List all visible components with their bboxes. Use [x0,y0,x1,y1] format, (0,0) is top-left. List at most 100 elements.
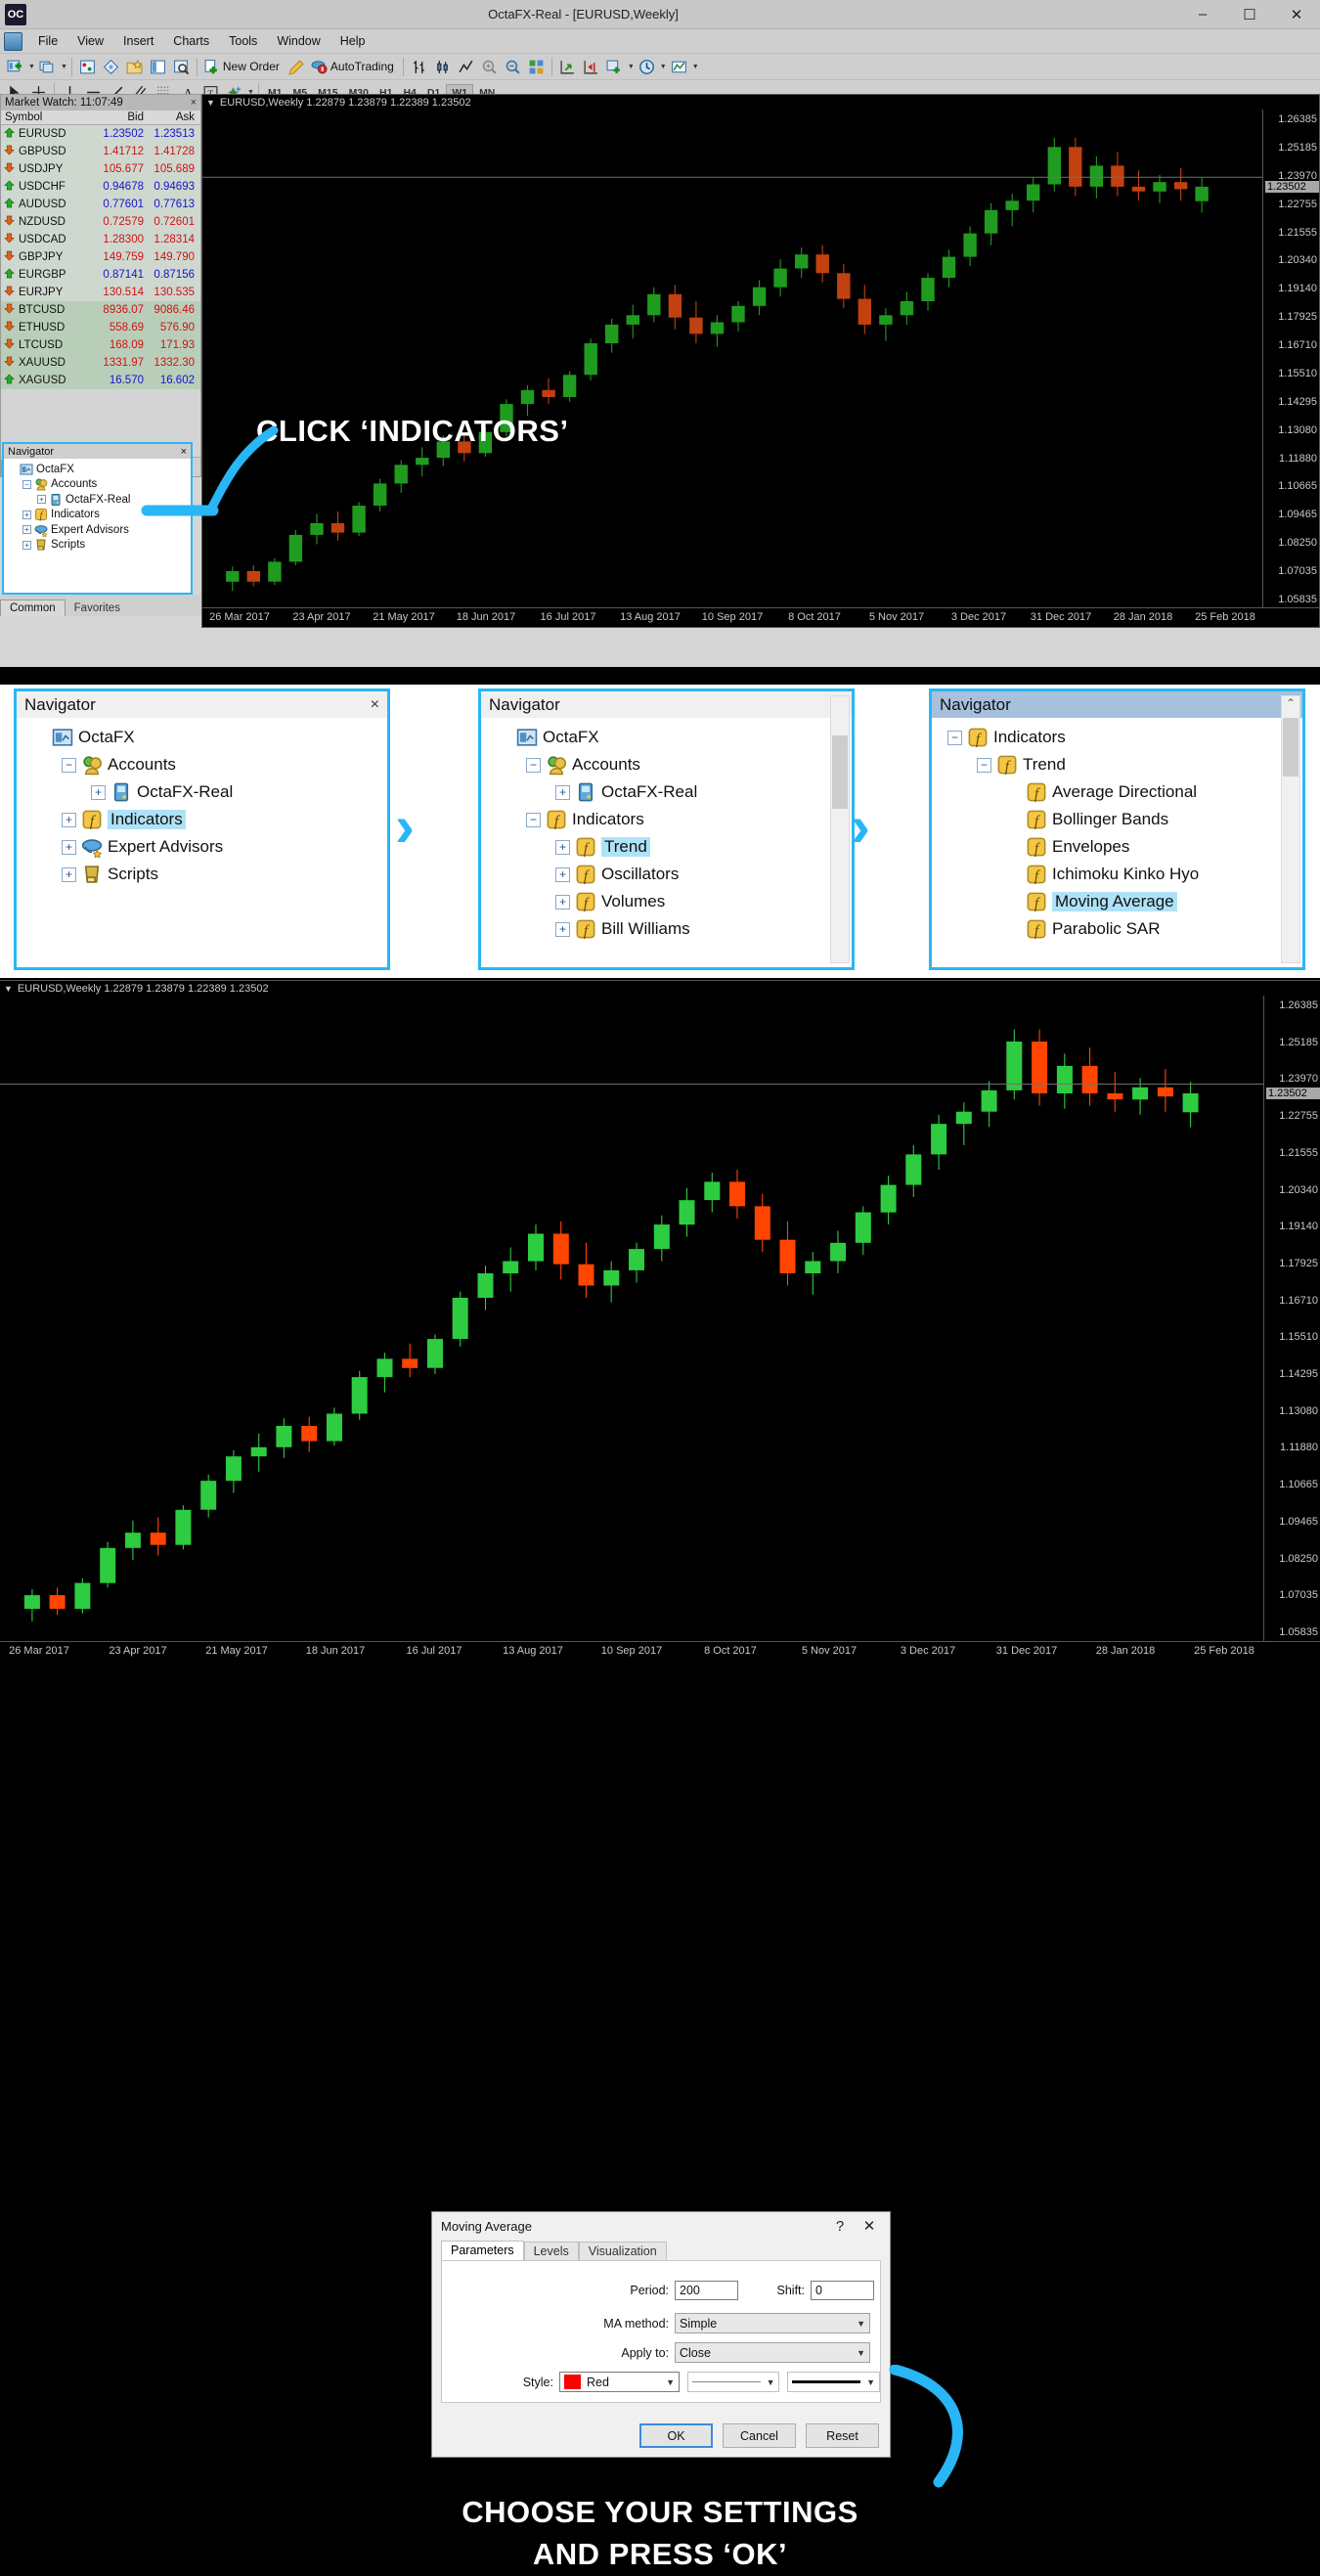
tree-item-expert-advisors[interactable]: + Expert Advisors [26,833,383,861]
indicators-dropdown-arrow[interactable]: ▼ [628,64,635,70]
terminal-icon[interactable] [147,56,169,77]
market-watch-row[interactable]: USDCHF 0.94678 0.94693 [1,178,200,196]
candlestick-chart-icon[interactable] [431,56,454,77]
tree-item-parabolic-sar[interactable]: f Parabolic SAR [942,915,1298,943]
chart-top-canvas[interactable] [202,110,1262,607]
tab-levels[interactable]: Levels [523,2242,579,2260]
menu-item-insert[interactable]: Insert [113,31,163,51]
tree-item-oscillators[interactable]: + f Oscillators [491,861,848,888]
menu-item-help[interactable]: Help [330,31,375,51]
tree-item-octafx[interactable]: OctaFX [6,462,189,477]
tree-item-indicators[interactable]: + f Indicators [26,806,383,833]
zoom-out-icon[interactable] [502,56,524,77]
navigator-step-2-scrollbar[interactable] [830,695,850,963]
chart-bottom-canvas[interactable] [0,996,1263,1641]
market-watch-row[interactable]: EURJPY 130.514 130.535 [1,284,200,301]
market-watch-icon[interactable] [76,56,99,77]
strategy-tester-icon[interactable] [170,56,193,77]
tree-item-octafx-real[interactable]: + OctaFX-Real [6,492,189,508]
market-watch-row[interactable]: USDCAD 1.28300 1.28314 [1,231,200,248]
templates-icon[interactable] [668,56,690,77]
style-color-select[interactable]: Red ▼ [558,2372,680,2392]
expand-icon[interactable]: + [555,784,570,800]
market-watch-row[interactable]: LTCUSD 168.09 171.93 [1,336,200,354]
tree-item-moving-average[interactable]: f Moving Average [942,888,1298,915]
metaeditor-icon[interactable] [286,56,308,77]
expand-icon[interactable]: + [555,921,570,937]
market-watch-row[interactable]: BTCUSD 8936.07 9086.46 [1,301,200,319]
expand-icon[interactable]: + [22,540,31,550]
tab-parameters[interactable]: Parameters [441,2241,524,2260]
tile-windows-icon[interactable] [525,56,548,77]
period-input[interactable]: 200 [675,2281,738,2300]
scroll-up-icon[interactable]: ⌃ [1282,696,1299,714]
market-watch-row[interactable]: USDJPY 105.677 105.689 [1,160,200,178]
expand-icon[interactable]: + [91,784,106,800]
scrollbar-thumb[interactable] [1283,718,1298,777]
market-watch-row[interactable]: XAGUSD 16.570 16.602 [1,372,200,389]
chart-dropdown-arrow[interactable]: ▼ [28,64,35,70]
expand-icon[interactable]: + [62,812,76,827]
expand-icon[interactable]: + [62,866,76,882]
navigator-step-1-close-icon[interactable]: × [371,696,379,714]
ok-button[interactable]: OK [639,2423,713,2448]
tree-item-accounts[interactable]: − Accounts [26,751,383,778]
tree-item-octafx[interactable]: OctaFX [26,724,383,751]
apply-to-select[interactable]: Close ▼ [675,2342,870,2363]
tree-item-indicators[interactable]: − f Indicators [942,724,1298,751]
profiles-dropdown-arrow[interactable]: ▼ [61,64,67,70]
navigator-step-3-scrollbar[interactable]: ⌃ [1281,695,1300,963]
market-watch-row[interactable]: GBPUSD 1.41712 1.41728 [1,143,200,160]
line-style-select[interactable]: ▼ [686,2372,780,2392]
ma-method-select[interactable]: Simple ▼ [675,2313,870,2333]
chart-bottom-price-scale[interactable]: 1.26385 1.25185 1.23970 1.22755 1.21555 1.203… [1263,996,1320,1641]
tree-item-trend[interactable]: − f Trend [942,751,1298,778]
period-dropdown-arrow[interactable]: ▼ [660,64,667,70]
zoom-in-icon[interactable] [478,56,501,77]
tree-item-envelopes[interactable]: f Envelopes [942,833,1298,861]
reset-button[interactable]: Reset [806,2423,879,2448]
navigator-icon[interactable] [123,56,146,77]
minimize-button[interactable]: – [1179,0,1226,28]
tab-visualization[interactable]: Visualization [578,2242,667,2260]
expand-icon[interactable]: + [555,866,570,882]
period-icon[interactable] [636,56,658,77]
market-watch-row[interactable]: EURUSD 1.23502 1.23513 [1,125,200,143]
navigator-close-icon[interactable]: × [181,446,187,458]
tree-item-bollinger-bands[interactable]: f Bollinger Bands [942,806,1298,833]
close-button[interactable]: ✕ [1273,0,1320,28]
collapse-icon[interactable]: − [62,757,76,773]
market-watch-row[interactable]: ETHUSD 558.69 576.90 [1,319,200,336]
cancel-button[interactable]: Cancel [723,2423,796,2448]
collapse-icon[interactable]: − [947,730,962,745]
expand-icon[interactable]: + [62,839,76,855]
collapse-icon[interactable]: − [526,812,541,827]
menu-item-file[interactable]: File [28,31,67,51]
data-window-icon[interactable] [100,56,122,77]
scrollbar-thumb[interactable] [832,735,848,809]
tree-item-expert-advisors[interactable]: + Expert Advisors [6,522,189,538]
menu-item-charts[interactable]: Charts [163,31,219,51]
tree-item-octafx[interactable]: OctaFX [491,724,848,751]
market-watch-close-icon[interactable]: × [191,97,197,109]
maximize-button[interactable]: ☐ [1226,0,1273,28]
tab-favorites[interactable]: Favorites [66,600,129,616]
market-watch-row[interactable]: AUDUSD 0.77601 0.77613 [1,196,200,213]
chart-top-price-scale[interactable]: 1.26385 1.25185 1.23970 1.22755 1.21555 1.203… [1262,110,1319,607]
profiles-icon[interactable] [36,56,59,77]
collapse-icon[interactable]: − [977,757,991,773]
tree-item-scripts[interactable]: + Scripts [6,538,189,554]
tree-item-accounts[interactable]: − Accounts [491,751,848,778]
menu-item-window[interactable]: Window [267,31,330,51]
tree-item-bill-williams[interactable]: + f Bill Williams [491,915,848,943]
collapse-icon[interactable]: − [22,479,31,489]
templates-dropdown-arrow[interactable]: ▼ [692,64,699,70]
line-chart-icon[interactable] [455,56,477,77]
new-chart-icon[interactable] [4,56,26,77]
new-order-button[interactable]: New Order [201,56,285,77]
tree-item-average-directional[interactable]: f Average Directional [942,778,1298,806]
chart-shift-icon[interactable] [580,56,602,77]
chart-panel-bottom[interactable]: ▼ EURUSD,Weekly 1.22879 1.23879 1.22389 … [0,980,1320,2571]
chart-panel-top[interactable]: ▼ EURUSD,Weekly 1.22879 1.23879 1.22389 … [201,94,1320,628]
chart-bottom-time-scale[interactable]: 26 Mar 2017 23 Apr 2017 21 May 2017 18 Jun … [0,1641,1320,1663]
